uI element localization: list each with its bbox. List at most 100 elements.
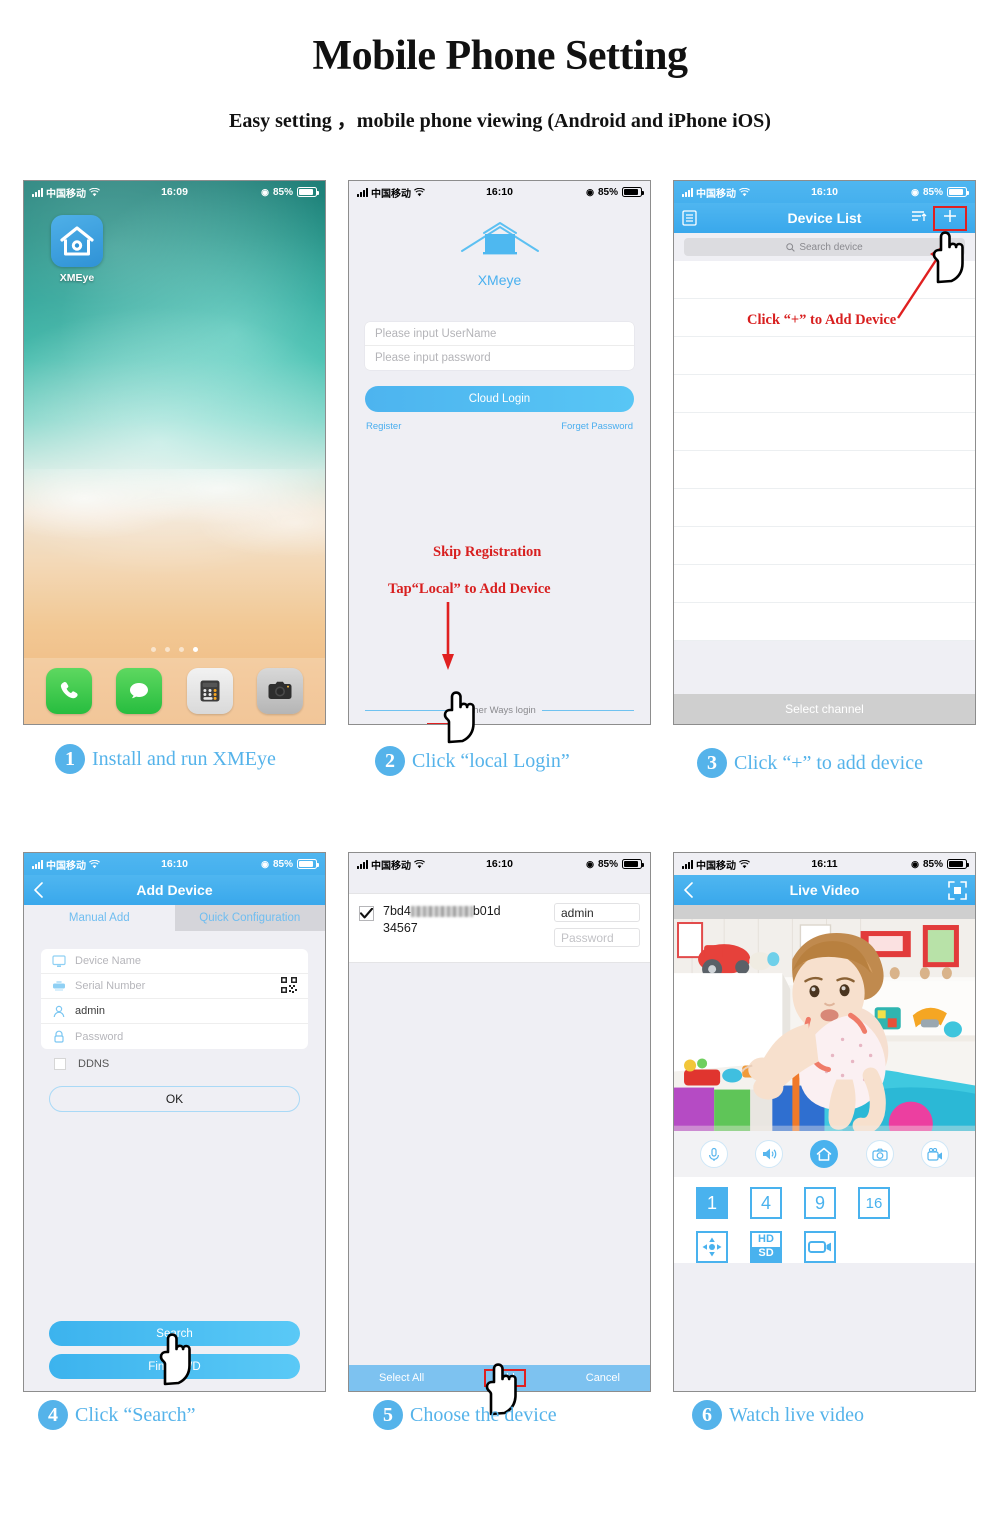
find-pwd-button[interactable]: Find PWD — [49, 1354, 300, 1379]
password-row[interactable]: Password — [41, 1024, 308, 1049]
messages-icon[interactable] — [116, 668, 163, 714]
ddns-checkbox[interactable] — [54, 1058, 66, 1070]
list-item[interactable] — [674, 527, 975, 565]
snapshot-camera-icon[interactable] — [865, 1140, 894, 1168]
navbar-title: Add Device — [136, 882, 213, 898]
cancel-button[interactable]: Cancel — [586, 1372, 620, 1384]
select-channel-button[interactable]: Select channel — [674, 694, 975, 724]
status-bar: 中国移动 16:10 ◉ 85% — [349, 181, 650, 203]
signal-bars-icon — [357, 859, 368, 869]
speaker-icon[interactable] — [755, 1140, 784, 1168]
wifi-icon — [89, 859, 100, 868]
caption-number: 5 — [373, 1400, 403, 1430]
phone-screen-live-video: 中国移动 16:11 ◉ 85% Live Video 1 4 9 16 HD … — [673, 852, 976, 1392]
status-bar-left: 中国移动 — [682, 185, 750, 200]
wifi-login-button[interactable] — [550, 723, 572, 724]
username-row[interactable]: admin — [41, 999, 308, 1024]
ok-button[interactable]: OK — [49, 1086, 300, 1112]
list-item[interactable] — [674, 375, 975, 413]
app-shortcut-xmeye[interactable]: XMEye — [46, 215, 108, 284]
list-item[interactable] — [674, 337, 975, 375]
chevron-left-icon[interactable] — [32, 881, 45, 899]
device-checkbox[interactable] — [359, 906, 374, 921]
video-top-strip — [674, 905, 975, 919]
status-bar-left: 中国移动 — [32, 185, 100, 200]
forget-password-link[interactable]: Forget Password — [561, 421, 633, 432]
table-row[interactable]: 7bd4 b01d 34567 admin Password — [349, 893, 650, 963]
split-row-1: 1 4 9 16 — [696, 1187, 953, 1219]
select-all-button[interactable]: Select All — [379, 1372, 424, 1384]
caption-step-6: 6 Watch live video — [692, 1400, 864, 1430]
caption-step-1: 1 Install and run XMEye — [55, 744, 276, 774]
list-item[interactable] — [674, 451, 975, 489]
register-link[interactable]: Register — [366, 421, 401, 432]
record-video-icon[interactable] — [804, 1231, 836, 1263]
device-sn-redacted — [410, 906, 473, 918]
microphone-icon[interactable] — [699, 1140, 728, 1168]
list-item[interactable] — [674, 489, 975, 527]
device-name-value: Device Name — [75, 955, 142, 967]
status-bar-right: ◉ 85% — [586, 186, 644, 198]
device-name-row[interactable]: Device Name — [41, 949, 308, 974]
status-bar-right: ◉ 85% — [261, 858, 319, 870]
status-bar: 中国移动 16:09 ◉ 85% — [24, 181, 325, 203]
tab-manual-add[interactable]: Manual Add — [24, 905, 175, 931]
serial-number-row[interactable]: Serial Number — [41, 974, 308, 999]
add-device-button[interactable] — [933, 205, 967, 231]
calculator-icon[interactable] — [186, 668, 233, 714]
sd-label: SD — [752, 1247, 780, 1261]
local-login-button[interactable] — [427, 723, 470, 724]
phone-screen-home: 中国移动 16:09 ◉ 85% XMEye — [23, 180, 326, 725]
status-bar-left: 中国移动 — [357, 857, 425, 872]
phone-icon[interactable] — [46, 668, 93, 714]
add-button[interactable]: Add — [484, 1369, 526, 1387]
home-icon[interactable] — [810, 1140, 839, 1168]
tab-quick-configuration[interactable]: Quick Configuration — [175, 905, 326, 931]
fullscreen-icon[interactable] — [948, 880, 967, 900]
list-item[interactable] — [674, 603, 975, 641]
split-16-button[interactable]: 16 — [858, 1187, 890, 1219]
split-1-button[interactable]: 1 — [696, 1187, 728, 1219]
list-item[interactable] — [674, 413, 975, 451]
password-value: Password — [75, 1030, 124, 1043]
search-input[interactable]: Search device — [684, 238, 965, 256]
battery-percent-label: 85% — [597, 858, 618, 870]
chevron-left-icon[interactable] — [682, 881, 695, 899]
rotation-lock-icon: ◉ — [586, 858, 594, 869]
wifi-icon — [89, 187, 100, 196]
rotation-lock-icon: ◉ — [261, 858, 269, 869]
rotation-lock-icon: ◉ — [586, 186, 594, 197]
sort-icon[interactable] — [911, 209, 927, 228]
ptz-direction-icon[interactable] — [696, 1231, 728, 1263]
device-username-input[interactable]: admin — [554, 903, 640, 922]
device-password-input[interactable]: Password — [554, 928, 640, 947]
other-ways-icons — [349, 723, 650, 724]
ddns-row[interactable]: DDNS — [24, 1049, 325, 1070]
split-4-button[interactable]: 4 — [750, 1187, 782, 1219]
hd-sd-toggle-icon[interactable]: HD SD — [750, 1231, 782, 1263]
password-field[interactable]: Please input password — [365, 346, 634, 370]
status-bar: 中国移动 16:10 ◉ 85% — [349, 853, 650, 875]
other-ways-divider: Other Ways login — [365, 705, 635, 716]
video-record-icon[interactable] — [921, 1140, 950, 1168]
serial-number-value: Serial Number — [75, 980, 146, 992]
caption-step-3: 3 Click “+” to add device — [697, 748, 923, 778]
search-button[interactable]: Search — [49, 1321, 300, 1346]
device-sn-suffix: b01d — [472, 904, 501, 918]
caption-text: Choose the device — [410, 1403, 557, 1426]
split-9-button[interactable]: 9 — [804, 1187, 836, 1219]
list-item[interactable] — [674, 565, 975, 603]
app-shortcut-label: XMEye — [59, 272, 95, 284]
carrier-label: 中国移动 — [696, 188, 736, 200]
xmeye-house-camera-icon[interactable] — [51, 215, 103, 267]
list-menu-icon[interactable] — [682, 210, 697, 226]
device-serial-number: 7bd4 b01d 34567 — [383, 903, 545, 937]
camera-icon[interactable] — [256, 668, 303, 714]
live-video-feed[interactable] — [674, 919, 975, 1131]
cloud-login-button[interactable]: Cloud Login — [365, 386, 634, 412]
split-row-2: HD SD — [696, 1231, 953, 1263]
annotation-tap-local: Tap“Local” to Add Device — [388, 581, 551, 597]
username-field[interactable]: Please input UserName — [365, 322, 634, 346]
list-item[interactable] — [674, 261, 975, 299]
qr-code-icon[interactable] — [281, 976, 297, 996]
